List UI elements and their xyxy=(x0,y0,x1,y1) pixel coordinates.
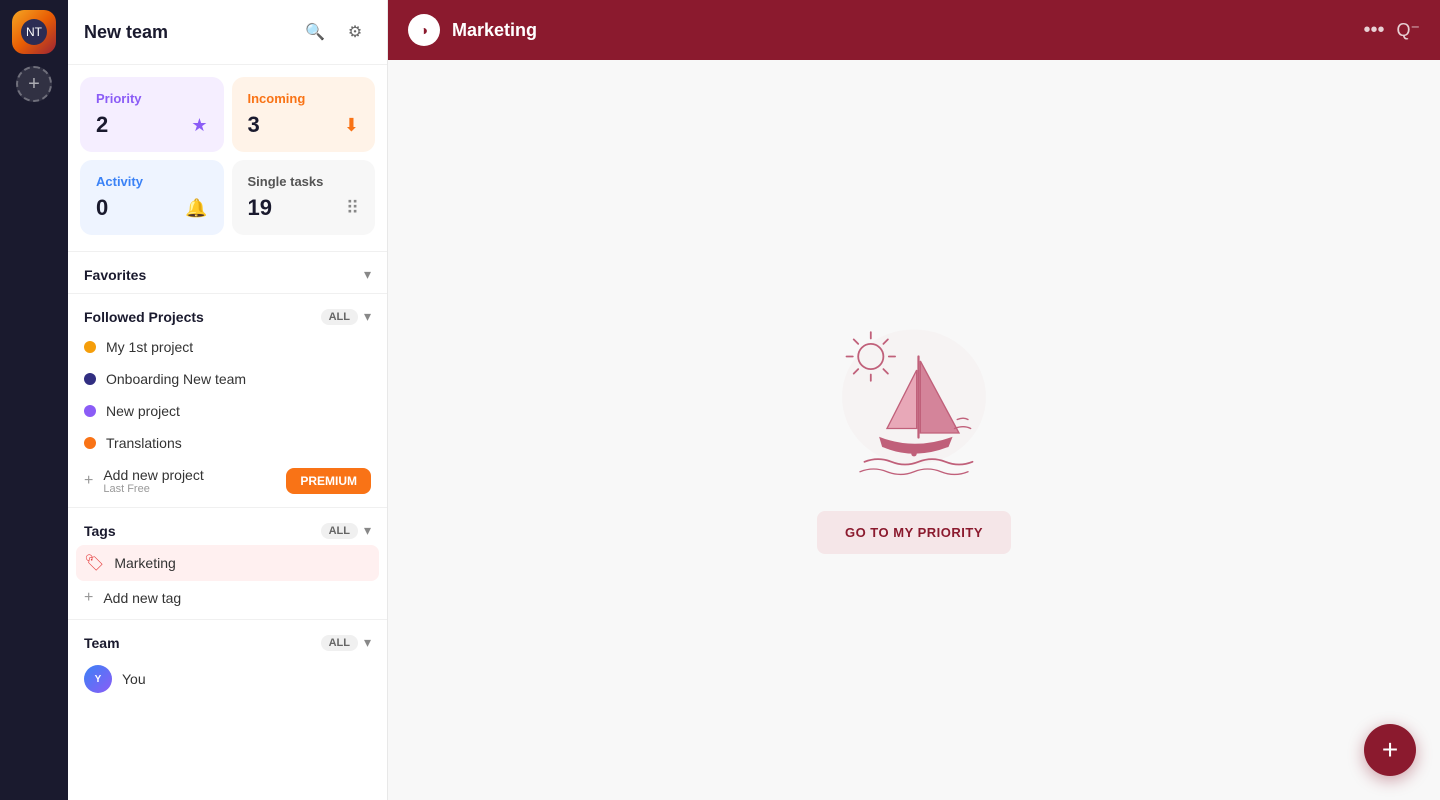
divider-4 xyxy=(68,619,387,620)
tags-all-badge[interactable]: ALL xyxy=(321,523,358,539)
team-member-name-you: You xyxy=(122,671,146,687)
priority-card[interactable]: Priority 2 ★ xyxy=(80,77,224,152)
priority-card-title: Priority xyxy=(96,91,208,106)
main-content: ◑ Marketing ••• Q⁻ xyxy=(388,0,1440,800)
followed-projects-header-right: ALL ▾ xyxy=(321,308,371,325)
team-all-badge[interactable]: ALL xyxy=(321,635,358,651)
tag-name-marketing: Marketing xyxy=(114,555,175,571)
single-tasks-icon: ⠿ xyxy=(346,198,359,219)
project-name-1: My 1st project xyxy=(106,339,193,355)
team-item-you[interactable]: Y You xyxy=(76,657,379,701)
main-header-title: Marketing xyxy=(452,20,1351,41)
settings-button[interactable]: ⚙ xyxy=(339,16,371,48)
project-name-3: New project xyxy=(106,403,180,419)
add-tag-item[interactable]: + Add new tag xyxy=(68,581,387,615)
incoming-card-bottom: 3 ⬇ xyxy=(248,112,360,138)
add-project-sub: Last Free xyxy=(103,483,276,495)
team-title: Team xyxy=(84,635,120,651)
add-project-item[interactable]: + Add new project Last Free PREMIUM xyxy=(76,459,379,503)
project-dot-2 xyxy=(84,373,96,385)
icon-strip: NT + xyxy=(0,0,68,800)
fab-add-button[interactable]: + xyxy=(1364,724,1416,776)
favorites-chevron: ▾ xyxy=(364,266,371,283)
project-dot-4 xyxy=(84,437,96,449)
project-item[interactable]: New project xyxy=(76,395,379,427)
single-tasks-card-title: Single tasks xyxy=(248,174,360,189)
main-header-more-button[interactable]: ••• xyxy=(1363,19,1384,42)
tags-header-right: ALL ▾ xyxy=(321,522,371,539)
activity-count: 0 xyxy=(96,195,108,221)
go-to-priority-button[interactable]: GO TO MY PRIORITY xyxy=(817,511,1011,554)
tags-section-header[interactable]: Tags ALL ▾ xyxy=(68,512,387,545)
team-avatar-you: Y xyxy=(84,665,112,693)
single-tasks-count: 19 xyxy=(248,195,272,221)
add-tag-icon: + xyxy=(84,589,93,607)
divider-2 xyxy=(68,293,387,294)
tag-item-marketing[interactable]: 🏷 Marketing xyxy=(76,545,379,581)
add-project-label: Add new project xyxy=(103,467,276,483)
activity-card[interactable]: Activity 0 🔔 xyxy=(80,160,224,235)
incoming-card[interactable]: Incoming 3 ⬇ xyxy=(232,77,376,152)
followed-projects-title: Followed Projects xyxy=(84,309,204,325)
single-tasks-card[interactable]: Single tasks 19 ⠿ xyxy=(232,160,376,235)
team-section-header[interactable]: Team ALL ▾ xyxy=(68,624,387,657)
main-header: ◑ Marketing ••• Q⁻ xyxy=(388,0,1440,60)
activity-card-title: Activity xyxy=(96,174,208,189)
workspace-avatar[interactable]: NT xyxy=(12,10,56,54)
add-project-icon: + xyxy=(84,472,93,490)
favorites-title: Favorites xyxy=(84,267,146,283)
sidebar: New team 🔍 ⚙ Priority 2 ★ Incoming 3 ⬇ A… xyxy=(68,0,388,800)
incoming-count: 3 xyxy=(248,112,260,138)
priority-card-bottom: 2 ★ xyxy=(96,112,208,138)
incoming-icon: ⬇ xyxy=(344,115,359,136)
sidebar-header-icons: 🔍 ⚙ xyxy=(299,16,371,48)
search-button[interactable]: 🔍 xyxy=(299,16,331,48)
sailboat-illustration xyxy=(814,307,1014,487)
premium-button[interactable]: PREMIUM xyxy=(286,468,371,494)
stat-cards: Priority 2 ★ Incoming 3 ⬇ Activity 0 🔔 S… xyxy=(68,65,387,247)
sidebar-title: New team xyxy=(84,22,168,43)
project-item[interactable]: Translations xyxy=(76,427,379,459)
add-project-text: Add new project Last Free xyxy=(103,467,276,495)
favorites-section-header[interactable]: Favorites ▾ xyxy=(68,256,387,289)
tag-icon: 🏷 xyxy=(84,553,104,573)
add-tag-label: Add new tag xyxy=(103,590,181,606)
followed-projects-chevron: ▾ xyxy=(364,308,371,325)
single-tasks-card-bottom: 19 ⠿ xyxy=(248,195,360,221)
avatar-label: NT xyxy=(26,25,42,39)
tags-title: Tags xyxy=(84,523,116,539)
divider-3 xyxy=(68,507,387,508)
project-name-4: Translations xyxy=(106,435,182,451)
followed-projects-all-badge[interactable]: ALL xyxy=(321,309,358,325)
priority-icon: ★ xyxy=(191,115,207,136)
sidebar-header: New team 🔍 ⚙ xyxy=(68,0,387,65)
project-list: My 1st project Onboarding New team New p… xyxy=(68,331,387,503)
project-dot-3 xyxy=(84,405,96,417)
add-workspace-button[interactable]: + xyxy=(16,66,52,102)
followed-projects-section-header[interactable]: Followed Projects ALL ▾ xyxy=(68,298,387,331)
priority-count: 2 xyxy=(96,112,108,138)
main-header-search-icon[interactable]: Q⁻ xyxy=(1396,20,1420,41)
project-item[interactable]: My 1st project xyxy=(76,331,379,363)
project-item[interactable]: Onboarding New team xyxy=(76,363,379,395)
main-header-logo: ◑ xyxy=(408,14,440,46)
team-header-right: ALL ▾ xyxy=(321,634,371,651)
activity-card-bottom: 0 🔔 xyxy=(96,195,208,221)
tags-chevron: ▾ xyxy=(364,522,371,539)
project-name-2: Onboarding New team xyxy=(106,371,246,387)
incoming-card-title: Incoming xyxy=(248,91,360,106)
activity-icon: 🔔 xyxy=(185,198,207,219)
project-dot-1 xyxy=(84,341,96,353)
divider-1 xyxy=(68,251,387,252)
team-chevron: ▾ xyxy=(364,634,371,651)
empty-state: GO TO MY PRIORITY xyxy=(388,60,1440,800)
avatar-inner: NT xyxy=(21,19,47,45)
